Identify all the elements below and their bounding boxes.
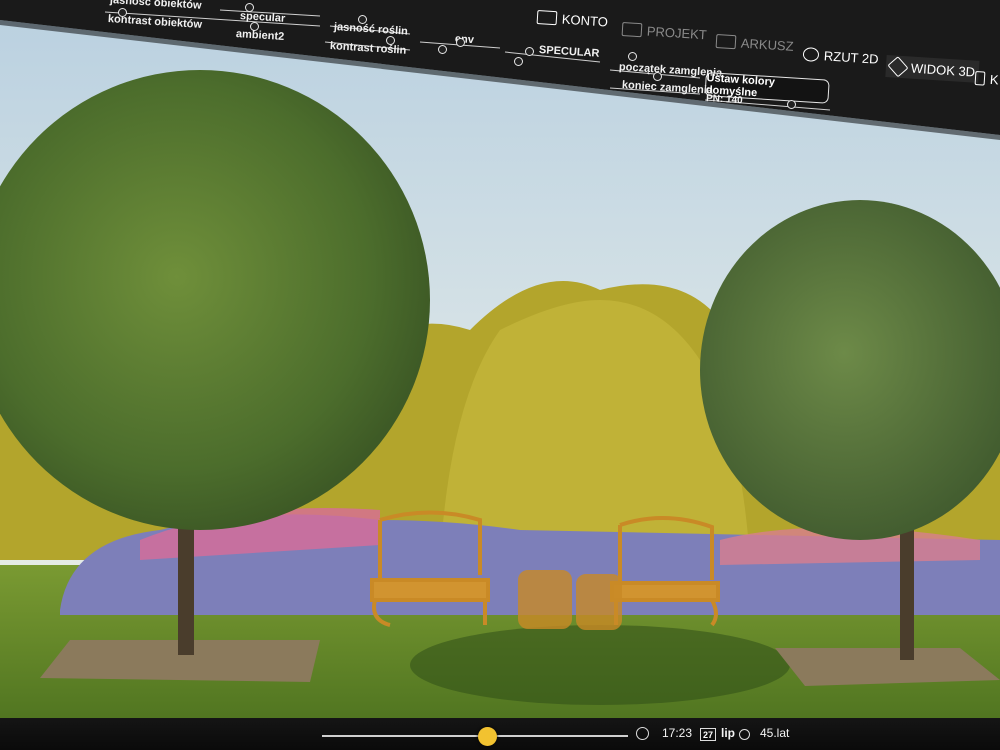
slider-knob-env-2[interactable] bbox=[438, 45, 447, 54]
nav-konto-label: KONTO bbox=[561, 11, 609, 29]
settings-toolbar: jasność obiektów kontrast obiektów specu… bbox=[0, 0, 1000, 140]
nav-konto[interactable]: KONTO bbox=[536, 6, 608, 32]
bottom-bar bbox=[0, 718, 1000, 750]
nav-rzut-2d-label: RZUT 2D bbox=[823, 47, 879, 67]
clock-icon bbox=[636, 727, 649, 740]
slider-knob-pn[interactable] bbox=[787, 100, 796, 109]
view-3d-icon bbox=[887, 56, 909, 78]
nav-truncated[interactable]: K bbox=[974, 67, 999, 90]
account-icon bbox=[536, 10, 558, 26]
columns-icon bbox=[974, 71, 986, 86]
slider-knob-poczatek-zamglenia[interactable] bbox=[628, 52, 637, 61]
age-icon bbox=[739, 729, 750, 740]
time-display: 17:23 bbox=[662, 726, 693, 740]
nav-truncated-label: K bbox=[989, 71, 1000, 87]
nav-rzut-2d[interactable]: RZUT 2D bbox=[802, 43, 879, 70]
plan-2d-icon bbox=[802, 47, 820, 62]
time-of-day-slider[interactable] bbox=[322, 735, 628, 737]
month-display: lip bbox=[721, 726, 735, 740]
calendar-icon: 27 bbox=[700, 728, 716, 741]
sheet-icon bbox=[715, 34, 737, 50]
time-of-day-slider-thumb[interactable] bbox=[477, 727, 497, 746]
nav-projekt-label: PROJEKT bbox=[646, 23, 708, 42]
slider-knob-specular-upper[interactable] bbox=[525, 47, 534, 56]
slider-knob-specular-upper-2[interactable] bbox=[514, 57, 523, 66]
pn-value: PN: 140 bbox=[705, 93, 743, 107]
project-icon bbox=[621, 22, 643, 38]
slider-knob-koniec-zamglenia[interactable] bbox=[653, 72, 662, 81]
slider-knob-env[interactable] bbox=[456, 38, 465, 47]
plant-age-display: 45.lat bbox=[760, 726, 790, 740]
nav-arkusz-label: ARKUSZ bbox=[740, 35, 795, 54]
nav-widok-3d-label: WIDOK 3D bbox=[910, 60, 976, 80]
